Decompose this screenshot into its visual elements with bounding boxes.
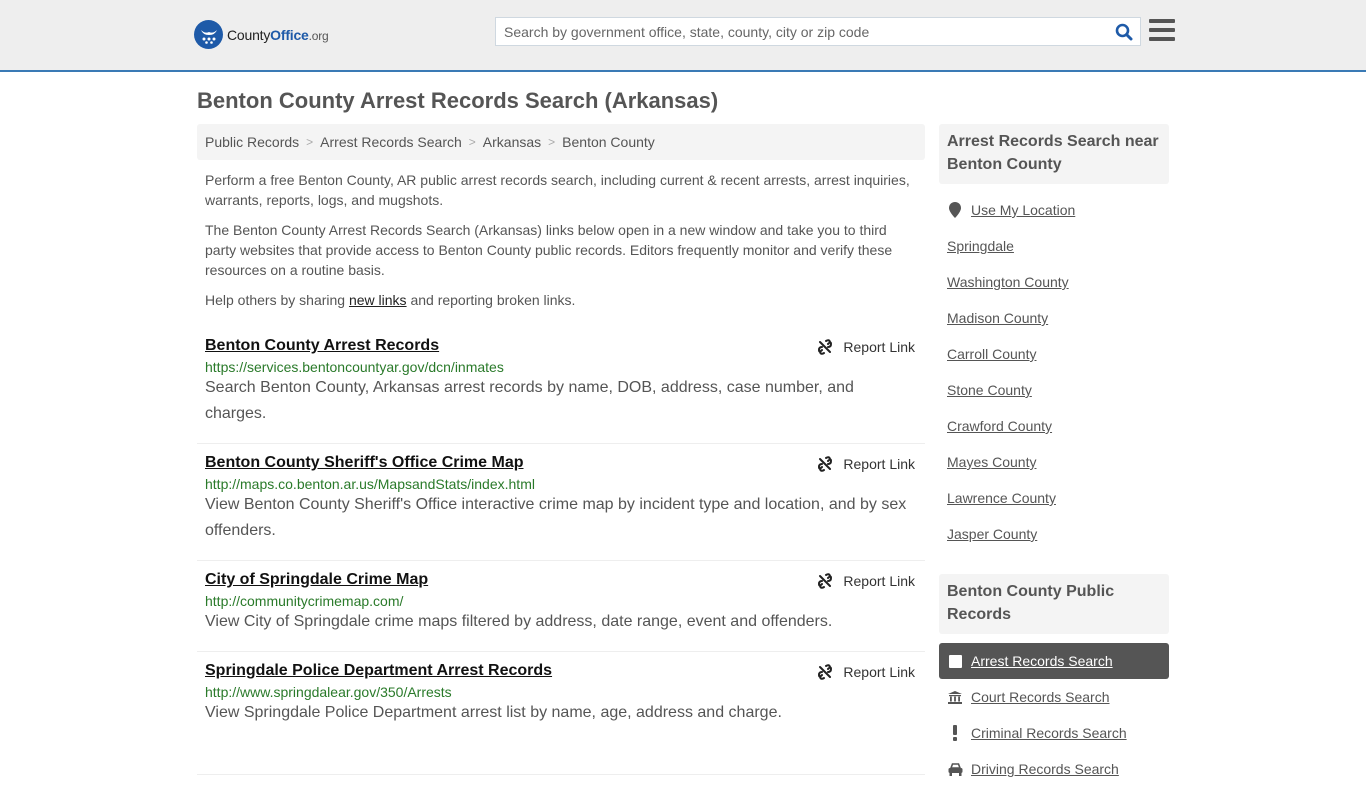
nearby-item: Carroll County (939, 336, 1169, 372)
breadcrumb-arkansas[interactable]: Arkansas (483, 134, 541, 150)
nearby-item: Crawford County (939, 408, 1169, 444)
report-link-button[interactable]: Report Link (817, 456, 915, 472)
intro-paragraph-3: Help others by sharing new links and rep… (205, 290, 917, 310)
listing-title-link[interactable]: City of Springdale Crime Map (205, 571, 428, 589)
report-link-label: Report Link (843, 664, 915, 680)
page-title: Benton County Arrest Records Search (Ark… (197, 88, 719, 113)
nearby-link-crawford-county[interactable]: Crawford County (947, 418, 1052, 434)
nearby-heading: Arrest Records Search near Benton County (939, 124, 1169, 184)
court-records-search-link[interactable]: Court Records Search (971, 689, 1110, 705)
intro-text: Perform a free Benton County, AR public … (197, 170, 925, 310)
listing-title-link[interactable]: Benton County Arrest Records (205, 337, 439, 355)
listing-title-link[interactable]: Springdale Police Department Arrest Reco… (205, 662, 552, 680)
report-link-label: Report Link (843, 339, 915, 355)
search-input[interactable] (496, 18, 1108, 45)
breadcrumb-benton-county[interactable]: Benton County (562, 134, 655, 150)
exclamation-icon (947, 725, 963, 741)
nearby-item: Lawrence County (939, 480, 1169, 516)
map-marker-icon (947, 202, 963, 218)
public-records-item-driving[interactable]: Driving Records Search (939, 751, 1169, 787)
broken-link-icon (818, 456, 833, 472)
public-records-list: Arrest Records Search Court Records Sear… (939, 643, 1169, 787)
intro-text-after: and reporting broken links. (406, 292, 576, 308)
menu-bar (1149, 19, 1175, 23)
nearby-item: Jasper County (939, 516, 1169, 552)
use-my-location-item: Use My Location (939, 192, 1169, 228)
nearby-link-springdale[interactable]: Springdale (947, 238, 1014, 254)
public-records-heading: Benton County Public Records (939, 574, 1169, 634)
square-icon (947, 654, 963, 668)
public-records-item-court[interactable]: Court Records Search (939, 679, 1169, 715)
listing-url[interactable]: https://services.bentoncountyar.gov/dcn/… (205, 359, 917, 375)
listing-item: Benton County Arrest Records Report Link… (197, 331, 925, 444)
listing-description: View Benton County Sheriff's Office inte… (205, 496, 907, 539)
breadcrumb-public-records[interactable]: Public Records (205, 134, 299, 150)
courthouse-icon (947, 690, 963, 704)
listing-description: Search Benton County, Arkansas arrest re… (205, 379, 854, 422)
nearby-link-mayes-county[interactable]: Mayes County (947, 454, 1036, 470)
nearby-item: Mayes County (939, 444, 1169, 480)
nearby-link-washington-county[interactable]: Washington County (947, 274, 1069, 290)
nearby-link-carroll-county[interactable]: Carroll County (947, 346, 1036, 362)
sidebar: Arrest Records Search near Benton County… (939, 124, 1169, 787)
report-link-button[interactable]: Report Link (817, 339, 915, 355)
nearby-item: Madison County (939, 300, 1169, 336)
intro-paragraph-1: Perform a free Benton County, AR public … (205, 172, 910, 208)
breadcrumb-arrest-records-search[interactable]: Arrest Records Search (320, 134, 462, 150)
logo-text: CountyOffice.org (227, 27, 329, 43)
listing-title-link[interactable]: Benton County Sheriff's Office Crime Map (205, 454, 524, 472)
nearby-item: Washington County (939, 264, 1169, 300)
report-link-label: Report Link (843, 456, 915, 472)
public-records-item-arrest[interactable]: Arrest Records Search (939, 643, 1169, 679)
main-content: Public Records > Arrest Records Search >… (197, 124, 925, 775)
use-my-location-link[interactable]: Use My Location (971, 202, 1075, 218)
intro-paragraph-2: The Benton County Arrest Records Search … (205, 222, 893, 278)
report-link-button[interactable]: Report Link (817, 664, 915, 680)
report-link-button[interactable]: Report Link (817, 573, 915, 589)
driving-records-search-link[interactable]: Driving Records Search (971, 761, 1119, 777)
broken-link-icon (818, 573, 833, 589)
arrest-records-search-link[interactable]: Arrest Records Search (971, 653, 1113, 669)
broken-link-icon (818, 339, 833, 355)
listing-item: City of Springdale Crime Map Report Link… (197, 561, 925, 652)
search-icon (1115, 23, 1133, 40)
breadcrumb-separator: > (306, 135, 314, 149)
hamburger-menu-button[interactable] (1149, 19, 1175, 43)
breadcrumb-separator: > (548, 135, 556, 149)
listing-url[interactable]: http://maps.co.benton.ar.us/MapsandStats… (205, 476, 917, 492)
listing-url[interactable]: http://www.springdalear.gov/350/Arrests (205, 684, 917, 700)
nearby-item: Stone County (939, 372, 1169, 408)
logo-office: Office (270, 26, 309, 43)
nearby-list: Use My Location Springdale Washington Co… (939, 192, 1169, 552)
listing-item: Benton County Sheriff's Office Crime Map… (197, 444, 925, 561)
listing-description: View Springdale Police Department arrest… (205, 704, 782, 721)
breadcrumb: Public Records > Arrest Records Search >… (197, 124, 925, 160)
nearby-link-madison-county[interactable]: Madison County (947, 310, 1048, 326)
nearby-item: Springdale (939, 228, 1169, 264)
listing-url[interactable]: http://communitycrimemap.com/ (205, 593, 917, 609)
logo-eagle-icon (194, 20, 223, 49)
logo-org: .org (308, 28, 329, 43)
listing-item: Springdale Police Department Arrest Reco… (197, 652, 925, 775)
car-icon (947, 762, 963, 776)
site-header: CountyOffice.org (0, 0, 1366, 72)
breadcrumb-separator: > (468, 135, 476, 149)
criminal-records-search-link[interactable]: Criminal Records Search (971, 725, 1127, 741)
nearby-link-stone-county[interactable]: Stone County (947, 382, 1032, 398)
report-link-label: Report Link (843, 573, 915, 589)
menu-bar (1149, 37, 1175, 41)
new-links-link[interactable]: new links (349, 292, 407, 308)
public-records-item-criminal[interactable]: Criminal Records Search (939, 715, 1169, 751)
listing-description: View City of Springdale crime maps filte… (205, 613, 833, 630)
nearby-link-lawrence-county[interactable]: Lawrence County (947, 490, 1056, 506)
intro-text-before: Help others by sharing (205, 292, 349, 308)
site-logo[interactable]: CountyOffice.org (194, 20, 329, 49)
nearby-link-jasper-county[interactable]: Jasper County (947, 526, 1037, 542)
menu-bar (1149, 28, 1175, 32)
search-button[interactable] (1108, 18, 1140, 45)
broken-link-icon (818, 664, 833, 680)
search-box (495, 17, 1141, 46)
logo-county: County (227, 26, 271, 43)
